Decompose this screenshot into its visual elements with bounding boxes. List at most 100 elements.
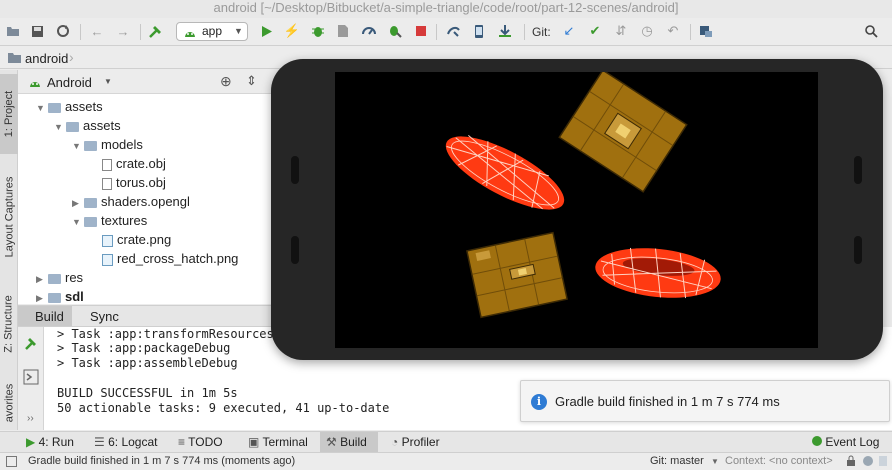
tree-item-label: res [65,270,84,285]
toolbar-separator [524,24,525,40]
git-history-icon[interactable]: ◷ [638,22,656,40]
forward-arrow-icon[interactable]: → [114,22,132,40]
tab-event-log[interactable]: Event Log [806,432,885,452]
sdk-manager-icon[interactable] [496,22,514,40]
tree-item[interactable]: crate.png [90,230,171,249]
run-icon[interactable] [258,22,276,40]
file-icon [102,158,112,171]
git-commit-icon[interactable]: ✔ [586,22,604,40]
collapse-all-icon[interactable]: ⇕ [246,73,257,89]
memory-indicator-icon[interactable] [878,455,888,470]
context-widget[interactable]: Context: <no context> [725,453,833,470]
logcat-icon: ☰ [94,435,105,449]
emulator-device-frame [271,59,883,360]
device-speaker [854,236,862,264]
chevron-down-icon[interactable]: ▼ [72,213,84,232]
tree-item-label: assets [83,118,121,133]
tab-favorites[interactable]: avorites [0,376,18,430]
toggle-view-icon[interactable] [23,369,39,385]
sync-icon[interactable] [54,22,72,40]
tab-terminal[interactable]: ▣ Terminal [242,432,314,452]
inspector-icon[interactable] [862,455,874,470]
tree-item[interactable]: red_cross_hatch.png [90,249,238,268]
notification-balloon[interactable]: i Gradle build finished in 1 m 7 s 774 m… [520,380,890,422]
tree-item[interactable]: crate.obj [90,154,166,173]
window-title-bar: android [~/Desktop/Bitbucket/a-simple-tr… [0,0,892,18]
chevron-down-icon[interactable]: ▼ [72,137,84,156]
tree-item[interactable]: ▼ models [72,135,143,154]
git-compare-icon[interactable]: ⇵ [612,22,630,40]
device-speaker [291,236,299,264]
back-arrow-icon[interactable]: ← [88,22,106,40]
tree-item[interactable]: ▶ sdl [36,287,84,304]
scene-render [445,72,721,319]
folder-icon [84,216,97,227]
tree-item-label: crate.obj [116,156,166,171]
tab-profiler[interactable]: ◔ Profiler [385,432,446,452]
open-folder-icon[interactable] [4,22,22,40]
lock-icon[interactable] [846,455,856,470]
search-everywhere-icon[interactable] [862,22,880,40]
status-message[interactable]: Gradle build finished in 1 m 7 s 774 ms … [28,453,295,470]
chevron-down-icon: ▼ [234,26,243,36]
torus-model [595,247,721,299]
profile-icon[interactable] [360,22,378,40]
chevron-right-icon[interactable]: ▶ [36,289,48,304]
chevron-down-icon[interactable]: ▼ [54,118,66,137]
chevron-down-icon[interactable]: ▼ [104,77,112,86]
tree-item[interactable]: ▶ shaders.opengl [72,192,190,211]
build-hammer-icon[interactable] [24,337,38,351]
git-rollback-icon[interactable]: ↶ [664,22,682,40]
console-line: > Task :app:assembleDebug [57,356,238,370]
more-icon[interactable]: ›› [27,413,34,424]
tree-item[interactable]: ▼ textures [72,211,147,230]
tab-structure[interactable]: Z: Structure [0,285,18,363]
left-tool-strip: 1: Project Layout Captures Z: Structure … [0,70,18,430]
tab-run[interactable]: ▶ 4: Run [20,432,80,452]
project-structure-icon[interactable] [697,22,715,40]
chevron-down-icon[interactable]: ▼ [36,99,48,118]
build-hammer-icon[interactable] [146,22,164,40]
image-file-icon [102,253,113,266]
git-branch-widget[interactable]: Git: master [650,453,704,470]
device-speaker [854,156,862,184]
crate-model [466,231,568,319]
tab-project[interactable]: 1: Project [0,74,18,154]
project-view-selector[interactable]: Android [47,75,92,90]
emulator-screen[interactable] [335,72,818,348]
folder-icon [66,121,79,132]
tree-item[interactable]: ▼ assets [36,97,103,116]
profiler-icon: ◔ [391,435,399,449]
gradle-sync-icon[interactable] [444,22,462,40]
avd-manager-icon[interactable] [470,22,488,40]
toolbar-separator [436,24,437,40]
attach-debugger-icon[interactable] [386,22,404,40]
status-toggle-icon[interactable] [6,453,18,467]
tree-item[interactable]: ▶ res [36,268,83,287]
folder-icon [84,197,97,208]
status-bar: Gradle build finished in 1 m 7 s 774 ms … [0,452,892,470]
tab-layout-captures[interactable]: Layout Captures [0,162,18,272]
apply-changes-icon[interactable]: ⚡ [283,22,301,40]
git-update-icon[interactable]: ↙ [560,22,578,40]
build-panel-tabs: Build Sync [18,305,272,327]
save-all-icon[interactable] [28,22,46,40]
breadcrumb-root[interactable]: android [25,51,68,66]
tree-item[interactable]: ▼ assets [54,116,121,135]
crate-model [558,72,688,193]
tree-item[interactable]: torus.obj [90,173,166,192]
tab-sync[interactable]: Sync [90,309,119,324]
console-line: 50 actionable tasks: 9 executed, 41 up-t… [57,401,390,415]
folder-icon [48,102,61,113]
debug-icon[interactable] [309,22,327,40]
run-config-select[interactable]: app ▼ [176,22,248,41]
chevron-down-icon: ▼ [711,457,719,466]
tree-item-label: torus.obj [116,175,166,190]
tab-build-bottom[interactable]: ⚒ Build [320,432,378,452]
tab-todo[interactable]: ≡ TODO [172,432,229,452]
tab-logcat[interactable]: ☰ 6: Logcat [88,432,163,452]
tab-build[interactable]: Build [35,309,64,324]
locate-icon[interactable]: ⊕ [220,73,232,90]
stop-icon[interactable] [412,22,430,40]
run-coverage-icon[interactable] [334,22,352,40]
